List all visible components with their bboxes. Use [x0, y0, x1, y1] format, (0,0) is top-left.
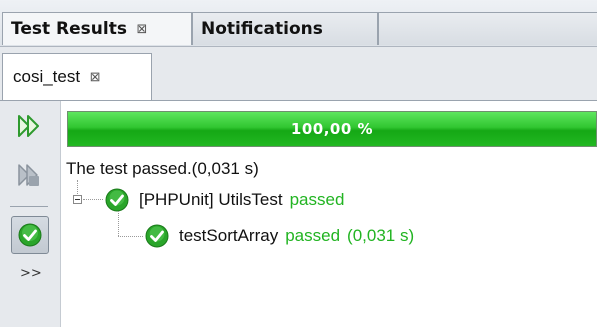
collapse-toggle-icon[interactable]	[73, 195, 82, 204]
test-duration: (0,031 s)	[347, 226, 415, 245]
tree-connector	[83, 199, 103, 200]
toolbar-separator	[10, 206, 48, 207]
tree-node-suite[interactable]: [PHPUnit] UtilsTest passed	[105, 188, 344, 212]
test-runner-toolbar: >>	[0, 101, 61, 327]
test-status: passed	[285, 226, 341, 245]
tree-connector	[77, 180, 78, 194]
test-name: testSortArray	[179, 226, 279, 245]
tab-session-cosi-test[interactable]: cosi_test ⊠	[2, 53, 152, 100]
tab-bar-filler	[378, 12, 597, 45]
tab-test-results-label: Test Results	[11, 19, 127, 39]
show-passed-toggle[interactable]	[11, 216, 49, 254]
suite-status: passed	[289, 190, 345, 209]
session-tab-bar: cosi_test ⊠	[0, 47, 597, 101]
tree-connector	[118, 211, 119, 236]
rerun-failed-button[interactable]	[13, 159, 45, 191]
session-tab-label: cosi_test	[13, 67, 81, 86]
test-results-panel: 100,00 % The test passed.(0,031 s) [PHPU…	[61, 101, 597, 327]
tree-node-test[interactable]: testSortArray passed (0,031 s)	[145, 224, 414, 248]
rerun-icon	[18, 115, 39, 137]
progress-label: 100,00 %	[290, 120, 374, 138]
rerun-failed-icon	[18, 164, 39, 186]
more-tools-button[interactable]: >>	[20, 266, 42, 281]
suite-name: [PHPUnit] UtilsTest	[139, 190, 283, 209]
close-icon[interactable]: ⊠	[89, 69, 101, 85]
tree-connector	[118, 236, 143, 237]
progress-bar: 100,00 %	[67, 111, 597, 147]
test-summary: The test passed.(0,031 s)	[66, 159, 259, 178]
tab-notifications[interactable]: Notifications	[192, 12, 378, 45]
close-icon[interactable]: ⊠	[136, 22, 148, 37]
window-tab-bar: Test Results ⊠ Notifications	[0, 0, 597, 47]
tab-test-results[interactable]: Test Results ⊠	[2, 12, 192, 45]
passed-check-icon	[145, 224, 169, 248]
test-results-window: Test Results ⊠ Notifications cosi_test ⊠	[0, 0, 597, 327]
rerun-button[interactable]	[13, 110, 45, 142]
passed-check-icon	[105, 188, 129, 212]
check-icon	[18, 223, 42, 247]
tab-notifications-label: Notifications	[201, 19, 323, 39]
